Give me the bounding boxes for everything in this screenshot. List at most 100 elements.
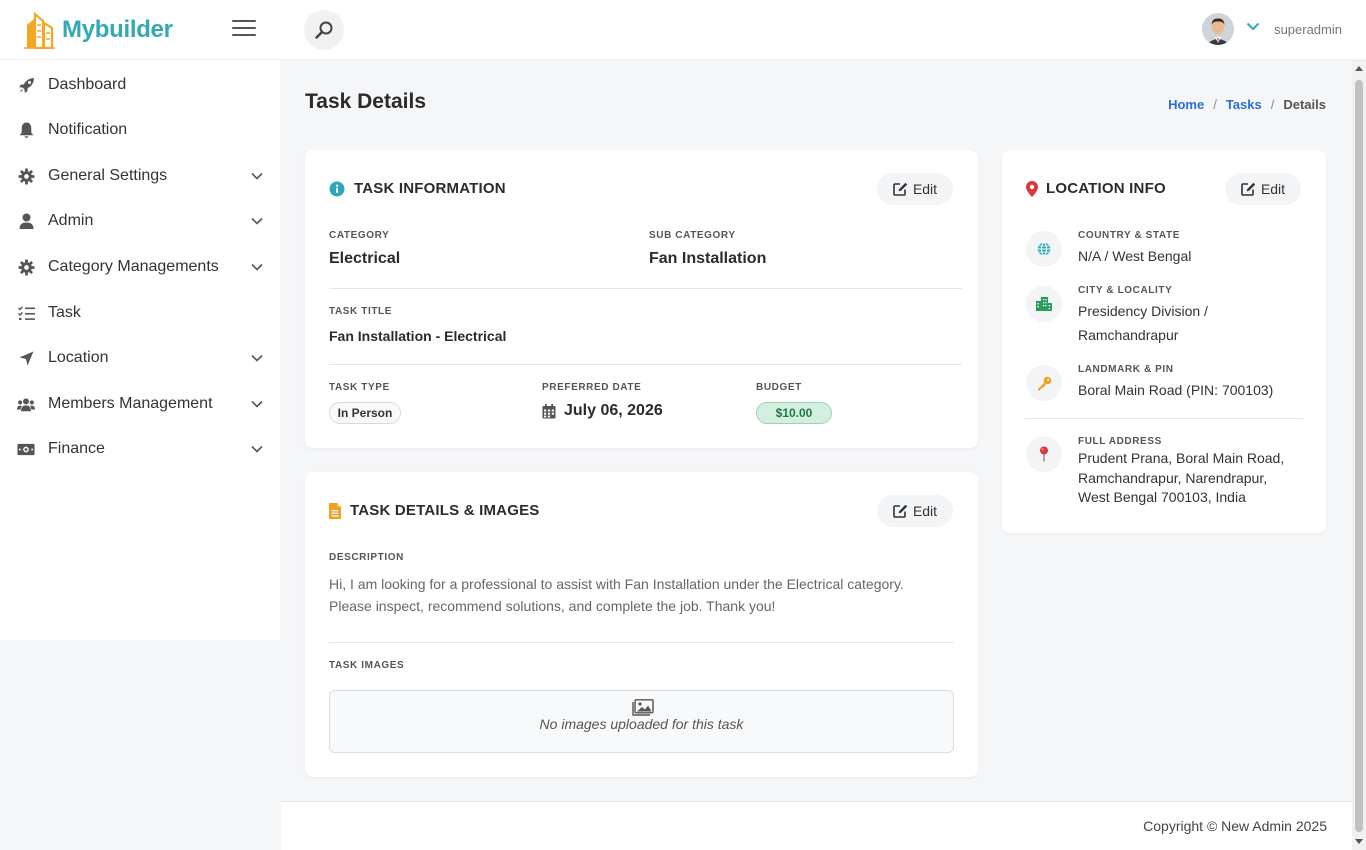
chevron-down-icon[interactable] (1246, 22, 1260, 31)
bell-icon (17, 121, 35, 139)
location-arrow-icon (17, 349, 35, 367)
sidebar-item-label: Task (48, 304, 81, 321)
images-placeholder: No images uploaded for this task (329, 690, 954, 753)
map-pin-icon (1026, 180, 1038, 197)
scroll-down-arrow[interactable] (1355, 839, 1363, 844)
edit-task-info-button[interactable]: Edit (877, 173, 953, 205)
user-menu[interactable]: superadmin (1202, 13, 1342, 45)
country-state-value: N/A / West Bengal (1078, 248, 1192, 264)
sidebar-item-label: Category Managements (48, 258, 219, 275)
description-label: DESCRIPTION (329, 552, 404, 563)
sidebar-item-admin[interactable]: Admin (0, 201, 280, 241)
hamburger-line (232, 20, 256, 22)
sidebar-item-label: Location (48, 349, 109, 366)
city-locality-label: CITY & LOCALITY (1078, 285, 1173, 296)
money-icon (17, 440, 35, 458)
card-title-text: TASK DETAILS & IMAGES (350, 502, 540, 519)
pushpin-icon (1026, 436, 1062, 472)
sidebar-item-dashboard[interactable]: Dashboard (0, 65, 280, 105)
city-locality-value: Presidency Division / Ramchandrapur (1078, 299, 1208, 347)
subcategory-value: Fan Installation (649, 250, 767, 267)
country-state-label: COUNTRY & STATE (1078, 230, 1180, 241)
sidebar-item-label: Members Management (48, 395, 213, 412)
divider (329, 642, 954, 643)
scroll-thumb[interactable] (1355, 80, 1363, 832)
task-title-label: TASK TITLE (329, 306, 393, 317)
calendar-icon (542, 404, 556, 424)
city-icon (1026, 286, 1062, 322)
logo-icon (24, 11, 55, 49)
address-line: West Bengal 700103, India (1078, 489, 1246, 505)
sidebar-item-label: Notification (48, 121, 128, 138)
breadcrumb-home-link[interactable]: Home (1168, 97, 1204, 112)
edit-icon (893, 182, 908, 196)
globe-icon (1026, 231, 1062, 267)
card-title: TASK DETAILS & IMAGES (329, 502, 539, 519)
avatar-image (1202, 13, 1235, 45)
no-images-message: No images uploaded for this task (539, 716, 744, 732)
card-title: LOCATION INFO (1026, 180, 1166, 197)
hamburger-line (232, 27, 256, 29)
card-title: TASK INFORMATION (329, 180, 506, 197)
full-address-label: FULL ADDRESS (1078, 436, 1162, 447)
task-images-label: TASK IMAGES (329, 660, 405, 671)
info-icon (329, 181, 345, 197)
edit-icon (1241, 182, 1256, 196)
sidebar-item-location[interactable]: Location (0, 338, 280, 378)
edit-label: Edit (1260, 181, 1286, 197)
edit-task-details-button[interactable]: Edit (877, 495, 953, 527)
description-line: Please inspect, recommend solutions, and… (329, 598, 776, 614)
edit-label: Edit (912, 503, 938, 519)
edit-label: Edit (912, 181, 938, 197)
chevron-down-icon (251, 445, 263, 453)
breadcrumb: Home / Tasks / Details (1168, 97, 1326, 112)
divider (329, 364, 962, 365)
edit-icon (893, 504, 908, 518)
top-navbar: Mybuilder superadmin (0, 0, 1366, 60)
chevron-down-icon (251, 217, 263, 225)
task-type-label: TASK TYPE (329, 382, 390, 393)
sidebar-item-task[interactable]: Task (0, 293, 280, 333)
sidebar-item-members-management[interactable]: Members Management (0, 384, 280, 424)
chevron-down-icon (251, 172, 263, 180)
subcategory-label: SUB CATEGORY (649, 230, 736, 241)
city-locality-line: Ramchandrapur (1078, 327, 1179, 343)
menu-toggle-button[interactable] (232, 20, 256, 38)
description-text: Hi, I am looking for a professional to a… (329, 573, 959, 617)
chevron-down-icon (251, 400, 263, 408)
full-address-value: Prudent Prana, Boral Main Road, Ramchand… (1078, 449, 1284, 508)
task-details-card: TASK DETAILS & IMAGES Edit DESCRIPTION H… (305, 472, 978, 777)
avatar[interactable] (1202, 13, 1235, 45)
page-title: Task Details (305, 90, 427, 113)
rocket-icon (17, 76, 35, 94)
chevron-down-icon (251, 354, 263, 362)
sidebar: Dashboard Notification General Settings … (0, 60, 280, 640)
search-icon (315, 21, 333, 39)
sidebar-item-category-managements[interactable]: Category Managements (0, 247, 280, 287)
sidebar-item-label: Admin (48, 212, 94, 229)
sidebar-item-notification[interactable]: Notification (0, 110, 280, 150)
sidebar-item-label: Finance (48, 440, 105, 457)
gear-icon (17, 167, 35, 185)
sidebar-item-finance[interactable]: Finance (0, 429, 280, 469)
breadcrumb-tasks-link[interactable]: Tasks (1226, 97, 1262, 112)
category-label: CATEGORY (329, 230, 390, 241)
task-list-icon (17, 304, 35, 322)
breadcrumb-current: Details (1283, 97, 1326, 112)
chevron-down-icon (251, 263, 263, 271)
user-name[interactable]: superadmin (1274, 22, 1342, 37)
task-information-card: TASK INFORMATION Edit CATEGORY Electrica… (305, 150, 978, 448)
city-locality-line: Presidency Division / (1078, 303, 1208, 319)
breadcrumb-separator: / (1270, 97, 1275, 112)
scroll-up-arrow[interactable] (1355, 66, 1363, 71)
task-type-badge: In Person (329, 402, 401, 424)
app-logo[interactable]: Mybuilder (22, 11, 173, 49)
landmark-pin-value: Boral Main Road (PIN: 700103) (1078, 382, 1274, 398)
card-title-text: TASK INFORMATION (354, 180, 506, 197)
vertical-scrollbar[interactable] (1352, 60, 1366, 850)
sidebar-item-general-settings[interactable]: General Settings (0, 156, 280, 196)
sidebar-item-label: General Settings (48, 167, 168, 184)
edit-location-button[interactable]: Edit (1225, 173, 1301, 205)
hamburger-line (232, 34, 256, 36)
search-button[interactable] (304, 10, 344, 50)
